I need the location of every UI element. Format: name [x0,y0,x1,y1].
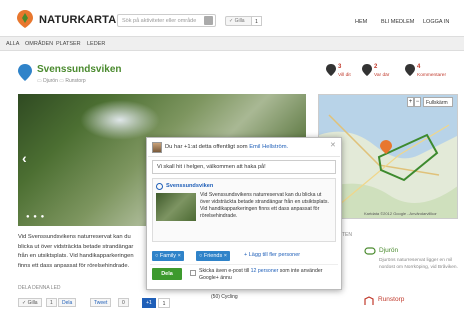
tab-all[interactable]: ALLA [6,41,19,47]
like-count: 1 [251,16,262,26]
plus-one-button[interactable]: +1 [142,298,156,308]
circle-chip-friends[interactable]: ○ Friends × [196,251,230,261]
page-title: Svenssundsviken [37,64,122,75]
sidebar-section-label: TEN [342,232,352,238]
crumb-djuron[interactable]: Djurön [43,78,58,84]
been-there-count: 2 [374,64,378,70]
area-icon [364,247,376,255]
want-to-go-label[interactable]: Vill dit [338,73,351,78]
avatar [152,142,162,153]
logo-icon[interactable] [16,9,34,29]
email-option-text: Skicka även e-post till 12 personer som … [199,268,335,282]
circle-friends-label: Friends [203,253,223,259]
comments-count: 4 [417,64,421,70]
share-button[interactable]: Dela [152,268,182,280]
search-input[interactable]: Sök på aktiviteter eller område [117,14,216,27]
fullscreen-button[interactable]: Fullskärm [423,97,453,107]
been-there-label[interactable]: Var där [374,73,389,78]
logo-text[interactable]: NATURKARTAN [39,14,125,26]
tweet-count: 0 [118,298,129,307]
globe-icon [156,183,163,190]
search-icon[interactable] [204,16,213,25]
cycling-count: (50) [211,294,220,300]
facebook-share-button[interactable]: Dela [58,298,77,307]
crumb-runstorp[interactable]: Runstorp [65,78,85,84]
activity-cycling[interactable]: (50) Cycling [211,294,238,300]
tab-places[interactable]: PLATSER [56,41,81,47]
comments-icon[interactable] [405,64,415,76]
cycling-label: Cycling [221,294,238,300]
share-dialog-header-text: Du har +1:at detta offentligt som Emil H… [165,144,288,150]
remove-circle-icon[interactable]: × [176,253,181,259]
category-nav: ALLA OMRÅDEN PLATSER LEDER [0,36,464,51]
circle-chip-family[interactable]: ○ Family × [152,251,184,261]
card-description: Vid Svenssundsvikens naturreservat kan d… [200,192,329,219]
been-there-icon[interactable] [362,64,372,76]
nav-login[interactable]: LOGGA IN [423,19,449,25]
prev-arrow-icon[interactable]: ‹ [22,150,27,166]
like-share-count: 1 [46,298,57,307]
photo-highlight [80,100,160,140]
message-field[interactable]: Vi skall hit i helgen, välkommen att hak… [152,160,336,174]
email-checkbox[interactable] [190,270,196,276]
like-share-button[interactable]: ✓ Gilla [18,298,42,307]
card-title[interactable]: Svenssundsviken [166,183,213,189]
sidebar-item-djuron[interactable]: Djurön [379,247,398,254]
card-thumbnail [156,193,196,221]
description: Vid Svenssundsvikens naturreservat kan d… [18,234,134,269]
zoom-in-button[interactable]: + [407,97,414,107]
profile-link[interactable]: Emil Hellström. [249,144,288,150]
place-pin-icon [18,64,32,81]
map-marker-icon[interactable] [380,140,392,154]
carousel-dots[interactable]: ● ● ● [26,214,45,220]
share-header-text: Du har +1:at detta offentligt som [165,144,248,150]
nav-join[interactable]: BLI MEDLEM [381,19,414,25]
remove-circle-icon[interactable]: × [222,253,227,259]
close-icon[interactable]: ✕ [330,141,336,149]
share-label: DELA DENNA LED [18,285,61,291]
sidebar-item-runstorp[interactable]: Runstorp [378,296,404,303]
comments-label[interactable]: Kommentarer [417,73,446,78]
email-text: Skicka även e-post till [199,268,250,274]
map-credit: Kartdata ©2012 Google - Användarvillkor [364,211,437,216]
tweet-button[interactable]: Tweet [90,298,112,307]
sidebar-item-djuron-desc: Djuröns naturreservat ligger en mil nord… [379,258,458,270]
like-button[interactable]: ✓ Gilla [225,16,253,26]
divider [150,264,338,265]
plus-one-count: 1 [158,298,170,308]
trail-icon [364,296,374,305]
circle-family-label: Family [159,253,177,259]
tab-trails[interactable]: LEDER [87,41,105,47]
add-people-link[interactable]: + Lägg till fler personer [244,252,300,258]
tab-areas[interactable]: OMRÅDEN [25,41,53,47]
want-to-go-count: 3 [338,64,342,70]
want-to-go-icon[interactable] [326,64,336,76]
zoom-out-button[interactable]: − [414,97,421,107]
nav-home[interactable]: HEM [355,19,367,25]
breadcrumb: ▭ Djurön ▭ Runstorp [37,78,86,84]
email-recipients-link[interactable]: 12 personer [251,268,279,274]
